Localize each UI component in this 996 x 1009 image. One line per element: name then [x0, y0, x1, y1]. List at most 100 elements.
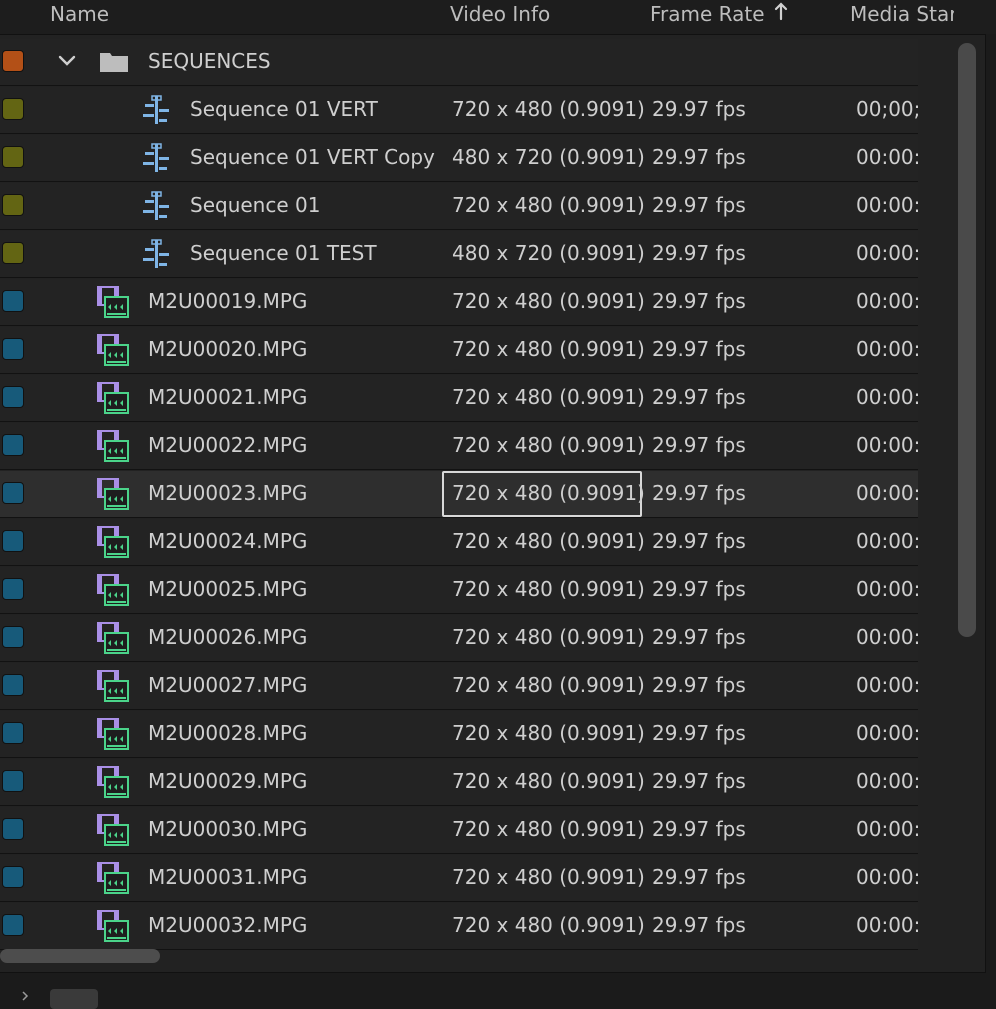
sequence-row[interactable]: Sequence 01 VERT 720 x 480 (0.9091) 29.97 …	[0, 87, 918, 134]
label-color-swatch[interactable]	[2, 914, 24, 936]
item-name[interactable]: M2U00024.MPG	[148, 529, 307, 553]
video-info-cell[interactable]: 720 x 480 (0.9091)	[452, 97, 645, 121]
video-info-cell[interactable]: 720 x 480 (0.9091)	[452, 865, 645, 889]
clip-row[interactable]: M2U00030.MPG 720 x 480 (0.9091) 29.97 fps 0…	[0, 807, 918, 854]
label-color-swatch[interactable]	[2, 50, 24, 72]
media-start-cell[interactable]: 00:00:0	[856, 337, 918, 361]
media-start-cell[interactable]: 00:00:0	[856, 913, 918, 937]
item-name[interactable]: Sequence 01	[190, 193, 320, 217]
clip-row[interactable]: M2U00028.MPG 720 x 480 (0.9091) 29.97 fps 0…	[0, 711, 918, 758]
frame-rate-cell[interactable]: 29.97 fps	[652, 241, 746, 265]
column-header-media-start[interactable]: Media Start	[850, 2, 954, 26]
clip-row[interactable]: M2U00029.MPG 720 x 480 (0.9091) 29.97 fps 0…	[0, 759, 918, 806]
video-info-cell[interactable]: 720 x 480 (0.9091)	[452, 385, 645, 409]
media-start-cell[interactable]: 00:00:0	[856, 577, 918, 601]
frame-rate-cell[interactable]: 29.97 fps	[652, 577, 746, 601]
frame-rate-cell[interactable]: 29.97 fps	[652, 433, 746, 457]
frame-rate-cell[interactable]: 29.97 fps	[652, 817, 746, 841]
media-start-cell[interactable]: 00:00:0	[856, 481, 918, 505]
item-name[interactable]: M2U00030.MPG	[148, 817, 307, 841]
video-info-cell[interactable]: 720 x 480 (0.9091)	[452, 913, 645, 937]
frame-rate-cell[interactable]: 29.97 fps	[652, 529, 746, 553]
item-name[interactable]: SEQUENCES	[148, 49, 271, 73]
frame-rate-cell[interactable]: 29.97 fps	[652, 481, 746, 505]
media-start-cell[interactable]: 00:00:0	[856, 289, 918, 313]
frame-rate-cell[interactable]: 29.97 fps	[652, 289, 746, 313]
media-start-cell[interactable]: 00:00:0	[856, 529, 918, 553]
frame-rate-cell[interactable]: 29.97 fps	[652, 625, 746, 649]
sort-ascending-icon[interactable]	[774, 2, 788, 22]
frame-rate-cell[interactable]: 29.97 fps	[652, 145, 746, 169]
media-start-cell[interactable]: 00:00:0	[856, 625, 918, 649]
clip-row[interactable]: M2U00021.MPG 720 x 480 (0.9091) 29.97 fps 0…	[0, 375, 918, 422]
clip-row[interactable]: M2U00032.MPG 720 x 480 (0.9091) 29.97 fps 0…	[0, 903, 918, 950]
media-start-cell[interactable]: 00:00:0	[856, 865, 918, 889]
item-name[interactable]: M2U00020.MPG	[148, 337, 307, 361]
label-color-swatch[interactable]	[2, 818, 24, 840]
clip-row[interactable]: M2U00025.MPG 720 x 480 (0.9091) 29.97 fps 0…	[0, 567, 918, 614]
chevron-right-icon[interactable]	[20, 991, 30, 1001]
item-name[interactable]: M2U00019.MPG	[148, 289, 307, 313]
clip-row[interactable]: M2U00024.MPG 720 x 480 (0.9091) 29.97 fps 0…	[0, 519, 918, 566]
media-start-cell[interactable]: 00:00:0	[856, 385, 918, 409]
frame-rate-cell[interactable]: 29.97 fps	[652, 385, 746, 409]
clip-row[interactable]: M2U00020.MPG 720 x 480 (0.9091) 29.97 fps 0…	[0, 327, 918, 374]
chevron-down-icon[interactable]	[58, 54, 76, 68]
item-name[interactable]: M2U00021.MPG	[148, 385, 307, 409]
video-info-cell[interactable]: 720 x 480 (0.9091)	[452, 673, 645, 697]
frame-rate-cell[interactable]: 29.97 fps	[652, 721, 746, 745]
video-info-cell[interactable]: 480 x 720 (0.9091)	[452, 145, 645, 169]
label-color-swatch[interactable]	[2, 674, 24, 696]
frame-rate-cell[interactable]: 29.97 fps	[652, 337, 746, 361]
clip-row[interactable]: M2U00023.MPG 720 x 480 (0.9091) 29.97 fps 0…	[0, 471, 918, 518]
video-info-cell[interactable]: 720 x 480 (0.9091)	[452, 193, 645, 217]
horizontal-scrollbar-thumb[interactable]	[0, 949, 160, 963]
column-header-video-info[interactable]: Video Info	[450, 2, 550, 26]
frame-rate-cell[interactable]: 29.97 fps	[652, 769, 746, 793]
label-color-swatch[interactable]	[2, 578, 24, 600]
label-color-swatch[interactable]	[2, 98, 24, 120]
sequence-row[interactable]: Sequence 01 TEST 480 x 720 (0.9091) 29.97 …	[0, 231, 918, 278]
label-color-swatch[interactable]	[2, 626, 24, 648]
media-start-cell[interactable]: 00:00:0	[856, 241, 918, 265]
item-name[interactable]: M2U00032.MPG	[148, 913, 307, 937]
frame-rate-cell[interactable]: 29.97 fps	[652, 97, 746, 121]
media-start-cell[interactable]: 00:00:0	[856, 433, 918, 457]
media-start-cell[interactable]: 00:00:0	[856, 673, 918, 697]
item-name[interactable]: M2U00031.MPG	[148, 865, 307, 889]
video-info-cell[interactable]: 720 x 480 (0.9091)	[452, 433, 645, 457]
column-header-name[interactable]: Name	[50, 2, 109, 26]
vertical-scrollbar-thumb[interactable]	[958, 43, 976, 637]
label-color-swatch[interactable]	[2, 386, 24, 408]
media-start-cell[interactable]: 00:00:0	[856, 721, 918, 745]
item-name[interactable]: M2U00022.MPG	[148, 433, 307, 457]
media-start-cell[interactable]: 00:00:0	[856, 145, 918, 169]
sequence-row[interactable]: Sequence 01 720 x 480 (0.9091) 29.97 fps 00…	[0, 183, 918, 230]
clip-row[interactable]: M2U00019.MPG 720 x 480 (0.9091) 29.97 fps 0…	[0, 279, 918, 326]
label-color-swatch[interactable]	[2, 482, 24, 504]
frame-rate-cell[interactable]: 29.97 fps	[652, 673, 746, 697]
item-name[interactable]: Sequence 01 VERT	[190, 97, 378, 121]
frame-rate-cell[interactable]: 29.97 fps	[652, 193, 746, 217]
label-color-swatch[interactable]	[2, 434, 24, 456]
video-info-cell[interactable]: 720 x 480 (0.9091)	[452, 529, 645, 553]
item-name[interactable]: M2U00027.MPG	[148, 673, 307, 697]
label-color-swatch[interactable]	[2, 722, 24, 744]
column-header-frame-rate[interactable]: Frame Rate	[650, 2, 765, 26]
item-name[interactable]: Sequence 01 TEST	[190, 241, 377, 265]
video-info-cell[interactable]: 720 x 480 (0.9091)	[452, 817, 645, 841]
video-info-cell[interactable]: 720 x 480 (0.9091)	[452, 481, 645, 505]
label-color-swatch[interactable]	[2, 146, 24, 168]
label-color-swatch[interactable]	[2, 866, 24, 888]
clip-row[interactable]: M2U00026.MPG 720 x 480 (0.9091) 29.97 fps 0…	[0, 615, 918, 662]
video-info-cell[interactable]: 720 x 480 (0.9091)	[452, 721, 645, 745]
item-name[interactable]: M2U00028.MPG	[148, 721, 307, 745]
item-name[interactable]: M2U00029.MPG	[148, 769, 307, 793]
video-info-cell[interactable]: 720 x 480 (0.9091)	[452, 769, 645, 793]
label-color-swatch[interactable]	[2, 290, 24, 312]
frame-rate-cell[interactable]: 29.97 fps	[652, 913, 746, 937]
frame-rate-cell[interactable]: 29.97 fps	[652, 865, 746, 889]
video-info-cell[interactable]: 720 x 480 (0.9091)	[452, 337, 645, 361]
video-info-cell[interactable]: 720 x 480 (0.9091)	[452, 625, 645, 649]
label-color-swatch[interactable]	[2, 194, 24, 216]
